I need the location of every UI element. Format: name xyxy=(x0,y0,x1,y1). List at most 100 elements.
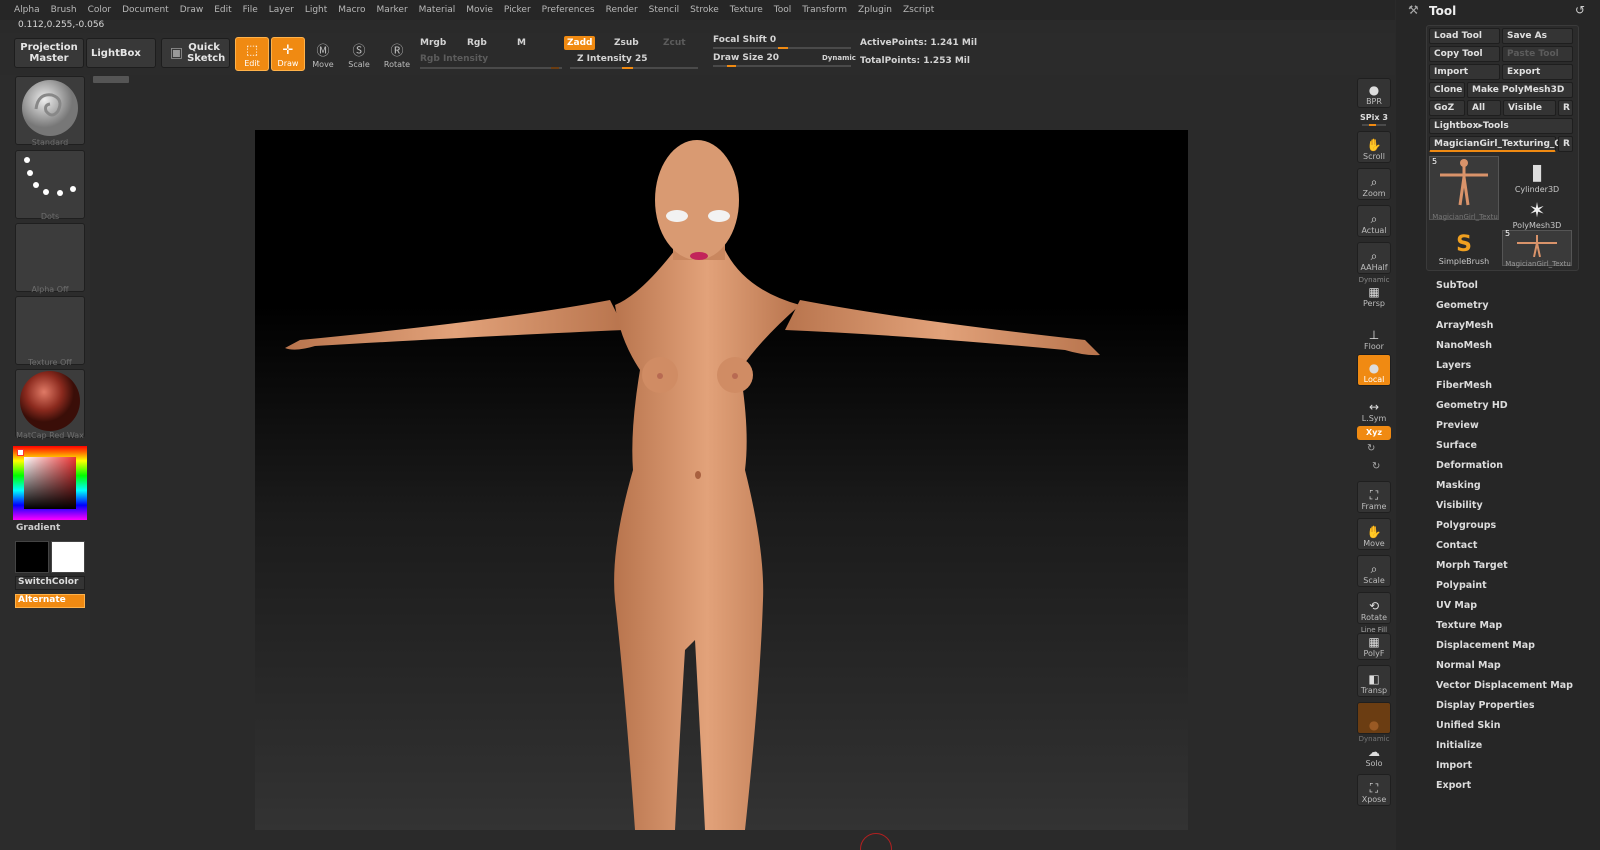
draw-mode-button[interactable]: ✛ Draw xyxy=(271,37,305,71)
clone-button[interactable]: Clone xyxy=(1429,82,1465,98)
menu-preferences[interactable]: Preferences xyxy=(542,5,595,15)
subpalette-normal-map[interactable]: Normal Map xyxy=(1436,660,1501,671)
m-toggle[interactable]: M xyxy=(517,38,526,48)
menu-movie[interactable]: Movie xyxy=(466,5,493,15)
subpalette-polypaint[interactable]: Polypaint xyxy=(1436,580,1487,591)
menu-transform[interactable]: Transform xyxy=(802,5,847,15)
tray-handle[interactable] xyxy=(93,76,129,83)
subpalette-displacement-map[interactable]: Displacement Map xyxy=(1436,640,1535,651)
move-mode-button[interactable]: Ⓜ Move xyxy=(306,37,340,71)
menu-brush[interactable]: Brush xyxy=(51,5,77,15)
current-tool-r-button[interactable]: R xyxy=(1558,136,1573,152)
menu-render[interactable]: Render xyxy=(606,5,638,15)
menu-tool[interactable]: Tool xyxy=(774,5,791,15)
local-button[interactable]: ● Local xyxy=(1357,354,1391,386)
switchcolor-button[interactable]: SwitchColor xyxy=(15,576,85,590)
zsub-toggle[interactable]: Zsub xyxy=(614,38,639,48)
subpalette-visibility[interactable]: Visibility xyxy=(1436,500,1483,511)
menu-zplugin[interactable]: Zplugin xyxy=(858,5,892,15)
goz-r-button[interactable]: R xyxy=(1558,100,1573,116)
subpalette-export[interactable]: Export xyxy=(1436,780,1471,791)
subpalette-subtool[interactable]: SubTool xyxy=(1436,280,1478,291)
actual-button[interactable]: ⌕ Actual xyxy=(1357,205,1391,237)
view-move-button[interactable]: ✋ Move xyxy=(1357,518,1391,550)
brush-selector[interactable] xyxy=(15,76,85,145)
make-polymesh3d-button[interactable]: Make PolyMesh3D xyxy=(1467,82,1573,98)
menu-alpha[interactable]: Alpha xyxy=(14,5,40,15)
subpalette-initialize[interactable]: Initialize xyxy=(1436,740,1482,751)
subpalette-texture-map[interactable]: Texture Map xyxy=(1436,620,1502,631)
menu-stroke[interactable]: Stroke xyxy=(690,5,719,15)
subpalette-morph-target[interactable]: Morph Target xyxy=(1436,560,1508,571)
subpalette-layers[interactable]: Layers xyxy=(1436,360,1471,371)
zadd-toggle[interactable]: Zadd xyxy=(564,36,596,50)
save-as-button[interactable]: Save As xyxy=(1502,28,1573,44)
import-button[interactable]: Import xyxy=(1429,64,1500,80)
menu-draw[interactable]: Draw xyxy=(180,5,204,15)
menu-color[interactable]: Color xyxy=(88,5,112,15)
secondary-color-swatch[interactable] xyxy=(51,541,85,573)
subpalette-import[interactable]: Import xyxy=(1436,760,1472,771)
focal-shift-slider[interactable]: Focal Shift 0 xyxy=(713,35,776,45)
projection-master-button[interactable]: Projection Master xyxy=(14,38,84,68)
palette-reset-icon[interactable]: ↺ xyxy=(1575,3,1585,17)
subpalette-display-properties[interactable]: Display Properties xyxy=(1436,700,1534,711)
current-tool-slider[interactable]: MagicianGirl_Texturing_0 xyxy=(1429,136,1561,152)
subpalette-geometry-hd[interactable]: Geometry HD xyxy=(1436,400,1508,411)
subpalette-arraymesh[interactable]: ArrayMesh xyxy=(1436,320,1493,331)
subpalette-fibermesh[interactable]: FiberMesh xyxy=(1436,380,1492,391)
tool-thumb-simplebrush[interactable]: S SimpleBrush xyxy=(1429,228,1499,267)
alternate-button[interactable]: Alternate xyxy=(15,594,85,608)
subpalette-geometry[interactable]: Geometry xyxy=(1436,300,1489,311)
rotate-mode-button[interactable]: Ⓡ Rotate xyxy=(380,37,414,71)
menu-layer[interactable]: Layer xyxy=(269,5,294,15)
subpalette-preview[interactable]: Preview xyxy=(1436,420,1479,431)
tool-thumb-cylinder3d[interactable]: ▮ Cylinder3D xyxy=(1502,156,1572,195)
ghost-button[interactable]: ● xyxy=(1357,702,1391,734)
paste-tool-button[interactable]: Paste Tool xyxy=(1502,46,1573,62)
rotate-axis-icon-2[interactable]: ↻ xyxy=(1372,461,1380,472)
zoom-button[interactable]: ⌕ Zoom xyxy=(1357,168,1391,200)
color-picker[interactable] xyxy=(13,446,87,520)
menu-picker[interactable]: Picker xyxy=(504,5,531,15)
rgb-intensity-slider[interactable]: Rgb Intensity xyxy=(420,54,488,64)
tool-thumb-magiciangirl-2[interactable]: 5 MagicianGirl_Textu xyxy=(1502,229,1572,268)
canvas-viewport[interactable] xyxy=(255,130,1188,830)
menu-document[interactable]: Document xyxy=(122,5,169,15)
xyz-button[interactable]: Xyz xyxy=(1357,426,1391,440)
scale-mode-button[interactable]: Ⓢ Scale xyxy=(342,37,376,71)
menu-macro[interactable]: Macro xyxy=(338,5,365,15)
menu-material[interactable]: Material xyxy=(419,5,456,15)
frame-button[interactable]: ⛶ Frame xyxy=(1357,481,1391,513)
stroke-selector[interactable] xyxy=(15,150,85,219)
goz-button[interactable]: GoZ xyxy=(1429,100,1465,116)
mrgb-toggle[interactable]: Mrgb xyxy=(420,38,446,48)
tool-thumb-polymesh3d[interactable]: ✶ PolyMesh3D xyxy=(1502,194,1572,230)
zcut-toggle[interactable]: Zcut xyxy=(663,38,686,48)
subpalette-polygroups[interactable]: Polygroups xyxy=(1436,520,1496,531)
color-marker[interactable] xyxy=(17,449,24,456)
copy-tool-button[interactable]: Copy Tool xyxy=(1429,46,1500,62)
xpose-button[interactable]: ⛶ Xpose xyxy=(1357,774,1391,806)
menu-edit[interactable]: Edit xyxy=(214,5,231,15)
subpalette-masking[interactable]: Masking xyxy=(1436,480,1481,491)
focal-shift-track[interactable] xyxy=(713,47,851,49)
polyf-button[interactable]: ▦ PolyF xyxy=(1357,633,1391,660)
menu-stencil[interactable]: Stencil xyxy=(649,5,679,15)
spix-slider[interactable]: SPix 3 xyxy=(1357,113,1391,122)
alpha-selector[interactable] xyxy=(15,223,85,292)
export-button[interactable]: Export xyxy=(1502,64,1573,80)
main-color-swatch[interactable] xyxy=(15,541,49,573)
character-model[interactable] xyxy=(255,130,1188,830)
persp-button[interactable]: ▦ Persp xyxy=(1357,283,1391,309)
color-picker-square[interactable] xyxy=(24,457,76,509)
goz-visible-button[interactable]: Visible xyxy=(1503,100,1556,116)
subpalette-nanomesh[interactable]: NanoMesh xyxy=(1436,340,1492,351)
subpalette-contact[interactable]: Contact xyxy=(1436,540,1477,551)
bpr-button[interactable]: ● BPR xyxy=(1357,78,1391,108)
texture-selector[interactable] xyxy=(15,296,85,365)
lightbox-tools-button[interactable]: Lightbox▸Tools xyxy=(1429,118,1573,134)
rgb-intensity-track[interactable] xyxy=(420,67,562,69)
lightbox-button[interactable]: LightBox xyxy=(86,38,156,68)
subpalette-deformation[interactable]: Deformation xyxy=(1436,460,1503,471)
